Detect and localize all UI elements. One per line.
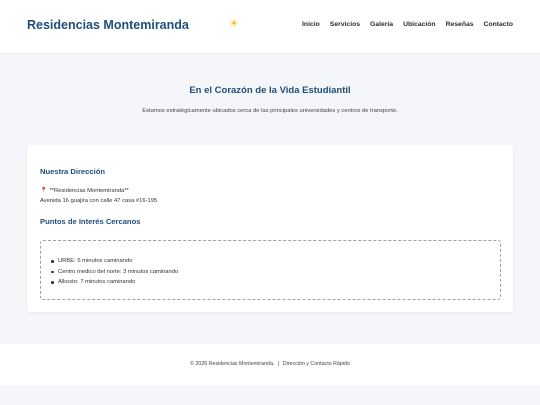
footer-contact-link[interactable]: Dirección y Contacto Rápido [283, 361, 350, 367]
section-title: En el Corazón de la Vida Estudiantil [189, 85, 351, 96]
location-card: Nuestra Dirección 📍 **Residencias Montemi… [27, 145, 513, 312]
poi-list-box: URBE: 5 minutos caminando Centro medico … [40, 240, 501, 300]
bullet-icon [51, 281, 54, 284]
bullet-icon [51, 270, 54, 273]
bullet-icon [51, 260, 54, 263]
sun-icon: ☀ [229, 18, 239, 30]
poi-list: URBE: 5 minutos caminando Centro medico … [51, 256, 178, 288]
poi-heading: Puntos de Interés Cercanos [40, 217, 141, 226]
section-subtitle: Estamos estratégicamente ubicados cerca … [142, 108, 398, 114]
poi-item-text: URBE: 5 minutos caminando [58, 258, 133, 264]
list-item: Centro medico del norte: 3 minutos camin… [51, 267, 178, 278]
site-footer: © 2026 Residencias Montemiranda. | Direc… [0, 344, 540, 385]
list-item: Alkosto: 7 minutos caminando [51, 277, 178, 288]
address-street: Avenida 16 guajira con calle 47 casa #16… [40, 198, 158, 204]
nav-link-servicios[interactable]: Servicios [330, 21, 360, 28]
nav-link-resenas[interactable]: Reseñas [446, 21, 474, 28]
brand-logo-text[interactable]: Residencias Montemiranda [27, 18, 189, 32]
map-pin-icon: 📍 [40, 188, 48, 194]
footer-separator: | [277, 361, 280, 367]
footer-copyright: © 2026 Residencias Montemiranda. [190, 361, 275, 367]
address-name-line: 📍 **Residencias Montemiranda** [40, 186, 157, 196]
poi-item-text: Centro medico del norte: 3 minutos camin… [58, 268, 179, 275]
nav-link-ubicacion[interactable]: Ubicación [403, 21, 435, 28]
list-item: URBE: 5 minutos caminando [51, 256, 178, 267]
address-name: **Residencias Montemiranda** [49, 188, 129, 194]
main-nav: Inicio Servicios Galería Ubicación Reseñ… [302, 21, 513, 28]
nav-link-galeria[interactable]: Galería [370, 21, 393, 28]
address-heading: Nuestra Dirección [40, 167, 105, 176]
nav-link-contacto[interactable]: Contacto [484, 21, 513, 28]
site-header: Residencias Montemiranda ☀ Inicio Servic… [0, 0, 540, 54]
address-block: 📍 **Residencias Montemiranda** Avenida 16… [40, 186, 157, 206]
poi-item-text: Alkosto: 7 minutos caminando [58, 279, 136, 285]
nav-link-inicio[interactable]: Inicio [302, 21, 320, 28]
footer-text: © 2026 Residencias Montemiranda. | Direc… [0, 361, 540, 367]
